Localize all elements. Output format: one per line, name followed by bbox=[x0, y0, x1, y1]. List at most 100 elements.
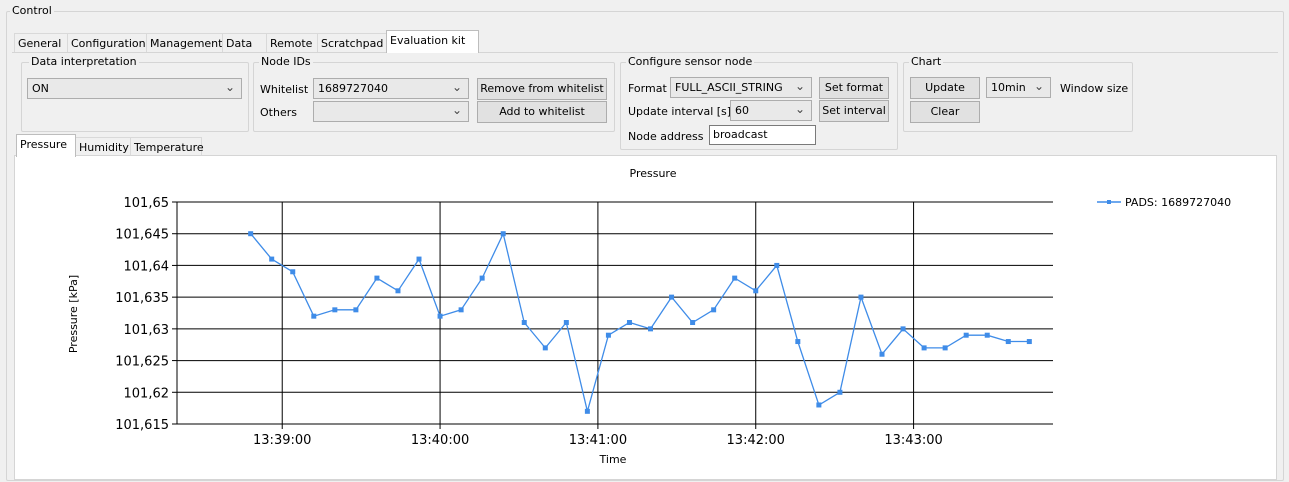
control-group-title: Control bbox=[10, 4, 54, 17]
data-point bbox=[500, 231, 506, 237]
data-point bbox=[648, 326, 654, 332]
tab-evaluation-kit[interactable]: Evaluation kit bbox=[386, 30, 479, 53]
tab-configuration[interactable]: Configuration bbox=[67, 33, 147, 53]
whitelist-select[interactable]: 1689727040 ⌄ bbox=[313, 78, 469, 99]
data-point bbox=[353, 307, 359, 313]
data-point bbox=[395, 288, 401, 294]
whitelist-label: Whitelist bbox=[260, 83, 309, 96]
chart-tab-temperature[interactable]: Temperature bbox=[130, 137, 204, 157]
data-point bbox=[774, 262, 780, 268]
set-format-button[interactable]: Set format bbox=[819, 77, 889, 99]
data-point bbox=[858, 294, 864, 300]
format-select[interactable]: FULL_ASCII_STRING ⌄ bbox=[670, 77, 812, 98]
data-interpretation-title: Data interpretation bbox=[29, 55, 139, 68]
data-point bbox=[900, 326, 906, 332]
chart-grid bbox=[177, 201, 1053, 424]
data-point bbox=[816, 402, 822, 408]
node-address-field[interactable] bbox=[709, 125, 816, 145]
data-point bbox=[732, 275, 738, 281]
data-point bbox=[626, 320, 632, 326]
data-point bbox=[605, 332, 611, 338]
y-tick-label: 101,635 bbox=[115, 291, 169, 306]
x-tick-label: 13:40:00 bbox=[411, 433, 469, 448]
y-tick-label: 101,64 bbox=[124, 259, 170, 274]
data-point bbox=[542, 345, 548, 351]
data-interpretation-select[interactable]: ON ⌄ bbox=[27, 78, 242, 99]
add-to-whitelist-button[interactable]: Add to whitelist bbox=[477, 101, 607, 123]
chevron-down-icon: ⌄ bbox=[224, 80, 235, 94]
y-tick-label: 101,645 bbox=[115, 228, 169, 243]
x-tick-label: 13:39:00 bbox=[253, 433, 311, 448]
data-point bbox=[669, 294, 675, 300]
chart-panel: Pressure 101,615 101,62 101,625 101,63 101,6… bbox=[14, 155, 1277, 480]
tab-page-evaluation-kit bbox=[12, 52, 1278, 53]
y-tick-label: 101,65 bbox=[124, 196, 170, 211]
node-ids-title: Node IDs bbox=[259, 55, 313, 68]
update-interval-select[interactable]: 60 ⌄ bbox=[730, 100, 812, 121]
chart-tab-pressure[interactable]: Pressure bbox=[16, 134, 76, 157]
tab-management[interactable]: Management bbox=[146, 33, 223, 53]
remove-from-whitelist-button[interactable]: Remove from whitelist bbox=[477, 78, 607, 100]
data-point bbox=[374, 275, 380, 281]
window-size-label: Window size bbox=[1060, 82, 1129, 95]
data-point bbox=[837, 389, 843, 395]
others-select[interactable]: ⌄ bbox=[313, 101, 469, 122]
chevron-down-icon: ⌄ bbox=[1033, 79, 1044, 93]
data-point bbox=[879, 351, 885, 357]
x-tick-label: 13:42:00 bbox=[727, 433, 785, 448]
tab-remote[interactable]: Remote bbox=[266, 33, 318, 53]
legend-marker bbox=[1107, 200, 1111, 204]
data-point bbox=[795, 339, 801, 345]
chevron-down-icon: ⌄ bbox=[451, 103, 462, 117]
others-label: Others bbox=[260, 106, 297, 119]
data-point bbox=[711, 307, 717, 313]
format-label: Format bbox=[628, 82, 667, 95]
chart-title: Pressure bbox=[630, 167, 677, 180]
format-value: FULL_ASCII_STRING bbox=[675, 81, 783, 94]
data-point bbox=[1005, 339, 1011, 345]
set-interval-button[interactable]: Set interval bbox=[819, 100, 889, 122]
data-point bbox=[416, 256, 422, 262]
x-tick-label: 13:41:00 bbox=[569, 433, 627, 448]
configure-sensor-title: Configure sensor node bbox=[626, 55, 755, 68]
window-size-select[interactable]: 10min ⌄ bbox=[986, 77, 1051, 98]
chart-series bbox=[248, 231, 1032, 414]
data-point bbox=[521, 320, 527, 326]
y-tick-label: 101,615 bbox=[115, 418, 169, 433]
data-point bbox=[290, 269, 296, 275]
y-axis-label: Pressure [kPa] bbox=[67, 275, 80, 353]
data-point bbox=[753, 288, 759, 294]
x-axis-label: Time bbox=[599, 453, 627, 466]
data-point bbox=[984, 332, 990, 338]
y-tick-label: 101,62 bbox=[124, 386, 170, 401]
data-point bbox=[942, 345, 948, 351]
data-point bbox=[690, 320, 696, 326]
data-point bbox=[437, 313, 443, 319]
window-size-value: 10min bbox=[991, 81, 1026, 94]
tab-scratchpad[interactable]: Scratchpad bbox=[317, 33, 387, 53]
data-point bbox=[269, 256, 275, 262]
whitelist-value: 1689727040 bbox=[318, 82, 388, 95]
x-tick-label: 13:43:00 bbox=[884, 433, 942, 448]
data-point bbox=[1026, 339, 1032, 345]
chevron-down-icon: ⌄ bbox=[794, 102, 805, 116]
chart-tab-humidity[interactable]: Humidity bbox=[75, 137, 131, 157]
y-tick-label: 101,625 bbox=[115, 355, 169, 370]
node-address-label: Node address bbox=[628, 130, 704, 143]
tab-general[interactable]: General bbox=[14, 33, 68, 53]
chevron-down-icon: ⌄ bbox=[794, 79, 805, 93]
clear-button[interactable]: Clear bbox=[910, 101, 980, 123]
chart-legend: PADS: 1689727040 bbox=[1097, 196, 1231, 209]
data-point bbox=[311, 313, 317, 319]
update-interval-value: 60 bbox=[735, 104, 749, 117]
data-point bbox=[248, 231, 254, 237]
tab-data[interactable]: Data bbox=[222, 33, 267, 53]
update-button[interactable]: Update bbox=[910, 77, 980, 99]
chevron-down-icon: ⌄ bbox=[451, 80, 462, 94]
update-interval-label: Update interval [s] bbox=[628, 105, 732, 118]
y-tick-label: 101,63 bbox=[124, 323, 170, 338]
data-point bbox=[563, 320, 569, 326]
chart-controls-title: Chart bbox=[909, 55, 944, 68]
legend-label: PADS: 1689727040 bbox=[1125, 196, 1231, 209]
node-address-input[interactable] bbox=[710, 126, 815, 143]
